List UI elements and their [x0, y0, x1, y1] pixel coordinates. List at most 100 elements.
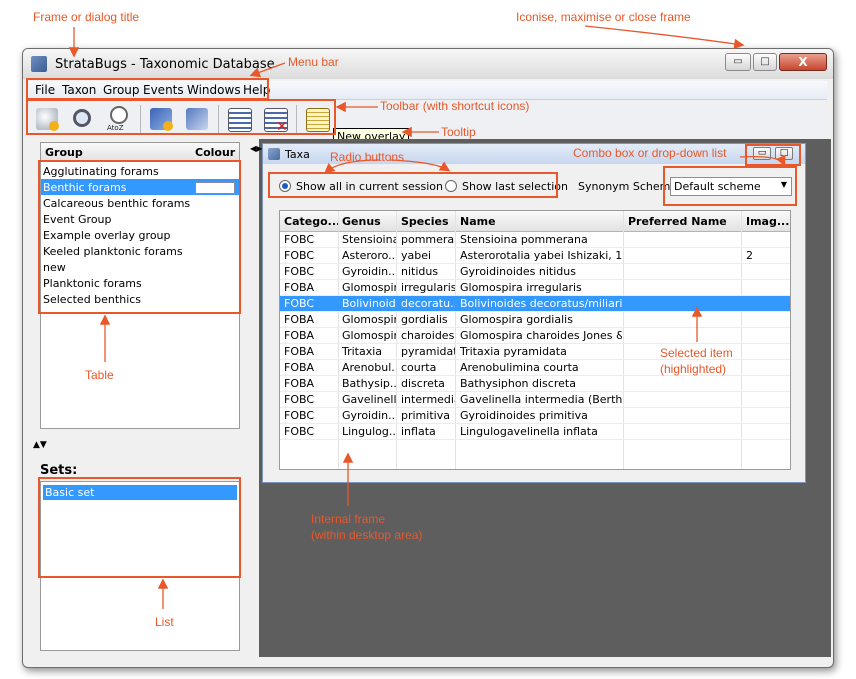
col-preferred-name[interactable]: Preferred Name: [628, 215, 738, 228]
close-button[interactable]: X: [779, 53, 827, 71]
sets-label: Sets:: [40, 463, 78, 478]
table-row[interactable]: FOBA Glomospira charoides Glomospira charoi…: [280, 328, 790, 344]
table-cell: irregularis: [401, 281, 455, 294]
table-cell: Glomospira charoides Jones & P...: [460, 329, 622, 342]
minimize-button[interactable]: ▭: [725, 53, 751, 71]
table-cell: Tritaxia: [342, 345, 383, 358]
table-cell: Stensioina pommerana: [460, 233, 588, 246]
table-row[interactable]: FOBA Bathysip... discreta Bathysiphon discr…: [280, 376, 790, 392]
annotation-selected-item: Selected item: [660, 346, 733, 360]
table-cell: FOBA: [284, 345, 315, 358]
table-cell: 2: [746, 249, 753, 262]
table-row[interactable]: FOBC Gyroidin... nitidus Gyroidinoides niti…: [280, 264, 790, 280]
taxa-table[interactable]: Catego... Genus Species Name Preferred N…: [279, 210, 791, 470]
table-cell: FOBC: [284, 249, 315, 262]
table-cell: FOBA: [284, 329, 315, 342]
annotation-frame-title: Frame or dialog title: [33, 10, 140, 24]
table-row-selected[interactable]: FOBC Bolivinoides decoratu... Bolivinoides …: [280, 296, 790, 312]
table-row[interactable]: FOBC Stensioina pommerana Stensioina pommer…: [280, 232, 790, 248]
table-cell: Glomospira irregularis: [460, 281, 582, 294]
desktop-toggle[interactable]: ◀▶: [250, 144, 262, 153]
table-cell: Glomospira gordialis: [460, 313, 573, 326]
taxa-table-header: Catego... Genus Species Name Preferred N…: [280, 211, 790, 232]
table-cell: Bolivinoides decoratus/miliaris: [460, 297, 622, 310]
annotation-list: List: [155, 615, 174, 629]
table-row[interactable]: FOBC Gavelinella intermedia Gavelinella int…: [280, 392, 790, 408]
maximize-button[interactable]: □: [753, 53, 777, 71]
table-cell: Tritaxia pyramidata: [460, 345, 567, 358]
col-image[interactable]: Imag...: [746, 215, 790, 228]
table-cell: courta: [401, 361, 437, 374]
table-cell: gordialis: [401, 313, 448, 326]
table-row[interactable]: FOBC Asteroro... yabei Asterorotalia yabei …: [280, 248, 790, 264]
annotation-combo-box: Combo box or drop-down list: [573, 146, 727, 160]
table-cell: FOBA: [284, 281, 315, 294]
table-cell: inflata: [401, 425, 436, 438]
table-cell: FOBA: [284, 377, 315, 390]
annotation-frame-buttons-box: [745, 144, 801, 166]
annotation-selected-item-note: (highlighted): [660, 362, 727, 376]
annotation-internal-frame-note: (within desktop area): [311, 528, 423, 542]
taxa-frame-icon: [268, 148, 280, 160]
annotation-iconise: Iconise, maximise or close frame: [516, 10, 691, 24]
table-cell: Gyroidinoides primitiva: [460, 409, 588, 422]
table-row[interactable]: FOBA Glomospira gordialis Glomospira gordia…: [280, 312, 790, 328]
table-cell: Asteroro...: [342, 249, 396, 262]
annotation-toolbar: Toolbar (with shortcut icons): [380, 99, 530, 113]
table-cell: FOBC: [284, 393, 315, 406]
table-cell: FOBC: [284, 233, 315, 246]
annotation-menu-bar: Menu bar: [288, 55, 339, 69]
annotation-table: Table: [85, 368, 114, 382]
table-cell: Lingulogavelinella inflata: [460, 425, 598, 438]
annotation-internal-frame: Internal frame: [311, 512, 386, 526]
window-title: StrataBugs - Taxonomic Database: [55, 57, 275, 72]
table-cell: Stensioina: [342, 233, 396, 246]
table-cell: decoratu...: [401, 297, 455, 310]
table-cell: yabei: [401, 249, 432, 262]
table-cell: FOBC: [284, 265, 315, 278]
table-cell: FOBA: [284, 361, 315, 374]
table-cell: FOBC: [284, 409, 315, 422]
table-row[interactable]: FOBA Glomospira irregularis Glomospira irre…: [280, 280, 790, 296]
col-group[interactable]: Group: [45, 146, 83, 159]
col-species[interactable]: Species: [401, 215, 455, 228]
annotation-menu-box: [26, 78, 269, 100]
title-bar[interactable]: StrataBugs - Taxonomic Database ▭ □ X: [23, 49, 833, 79]
table-cell: intermedia: [401, 393, 455, 406]
annotation-tooltip: Tooltip: [441, 125, 476, 139]
table-cell: discreta: [401, 377, 445, 390]
table-cell: Arenobul...: [342, 361, 396, 374]
table-cell: Bathysiphon discreta: [460, 377, 576, 390]
table-cell: Lingulog...: [342, 425, 396, 438]
taxa-frame-title: Taxa: [285, 148, 310, 161]
col-name[interactable]: Name: [460, 215, 620, 228]
annotation-list-box: [38, 477, 241, 578]
table-row[interactable]: FOBC Lingulog... inflata Lingulogavelinella…: [280, 424, 790, 440]
annotation-toolbar-box: [26, 99, 336, 135]
table-cell: Glomospira: [342, 329, 396, 342]
table-cell: Asterorotalia yabei Ishizaki, 1943: [460, 249, 622, 262]
table-cell: FOBC: [284, 297, 315, 310]
col-genus[interactable]: Genus: [342, 215, 396, 228]
annotation-table-box: [38, 160, 241, 314]
table-cell: pommerana: [401, 233, 455, 246]
table-cell: Gavelinella: [342, 393, 396, 406]
strata-bugs-app-icon: [31, 56, 47, 72]
col-colour[interactable]: Colour: [195, 146, 235, 159]
table-cell: pyramidata: [401, 345, 455, 358]
col-category[interactable]: Catego...: [284, 215, 338, 228]
table-cell: nitidus: [401, 265, 439, 278]
table-cell: Glomospira: [342, 313, 396, 326]
table-cell: Gyroidin...: [342, 409, 396, 422]
table-cell: Bathysip...: [342, 377, 396, 390]
table-row[interactable]: FOBC Gyroidin... primitiva Gyroidinoides pr…: [280, 408, 790, 424]
table-cell: Bolivinoides: [342, 297, 396, 310]
table-cell: Glomospira: [342, 281, 396, 294]
panel-splitter[interactable]: ▲▼: [33, 440, 47, 450]
table-cell: Gavelinella intermedia (Berthelin...: [460, 393, 622, 406]
annotation-radio-box: [268, 172, 558, 198]
table-cell: FOBA: [284, 313, 315, 326]
table-cell: Arenobulimina courta: [460, 361, 579, 374]
table-cell: FOBC: [284, 425, 315, 438]
annotation-combo-box: [663, 166, 797, 206]
